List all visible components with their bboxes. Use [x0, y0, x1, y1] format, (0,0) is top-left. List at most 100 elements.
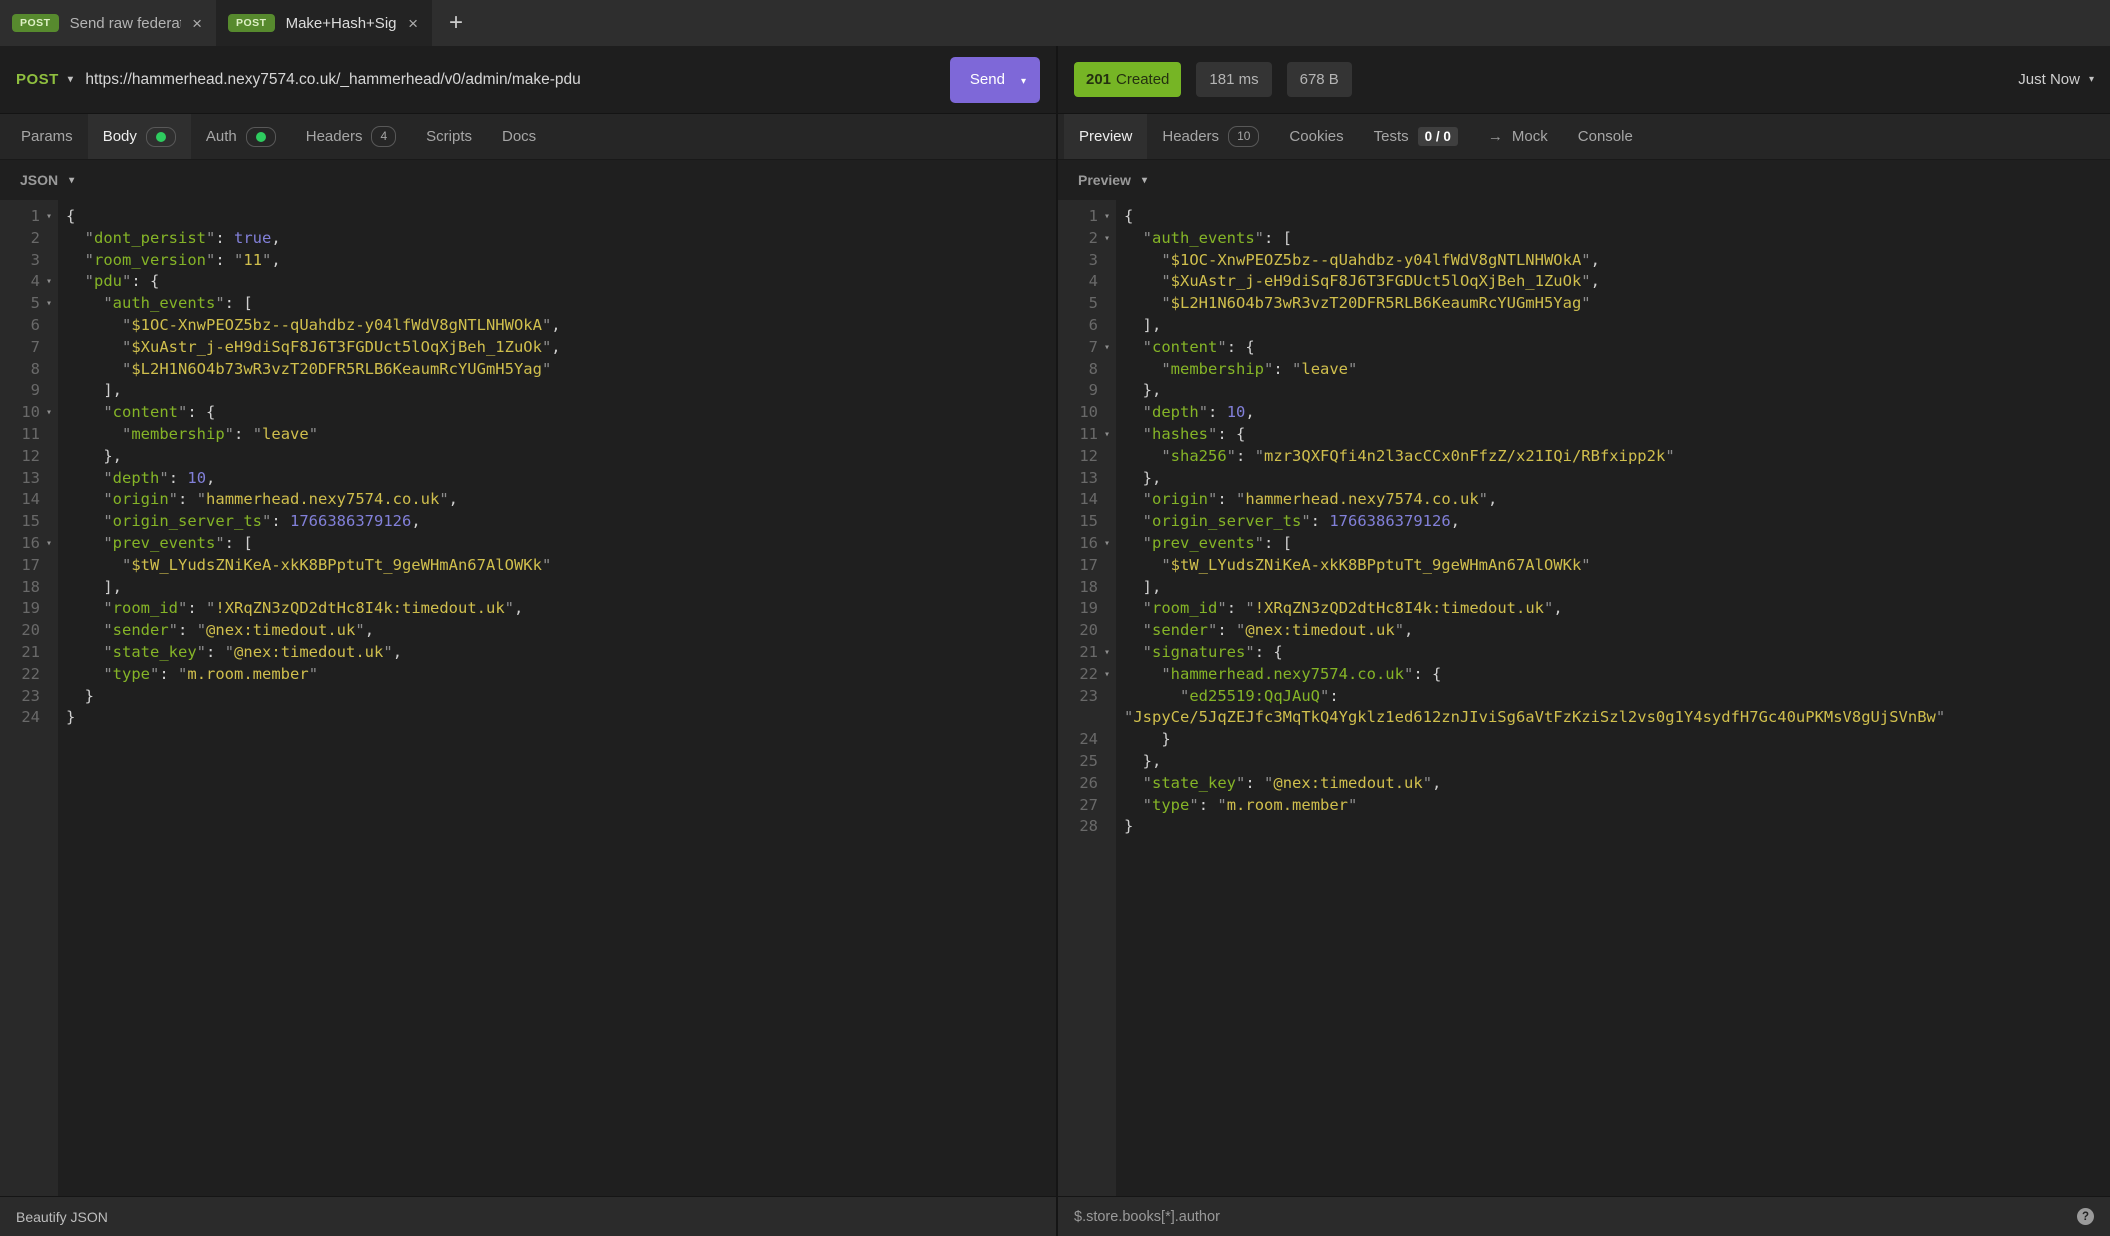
request-tab-scripts[interactable]: Scripts: [411, 114, 487, 159]
code-text: "dont_persist": true,: [58, 228, 1056, 250]
code-text: }: [58, 707, 1056, 729]
gutter: 21▾: [1058, 642, 1116, 664]
code-line: 19 "room_id": "!XRqZN3zQD2dtHc8I4k:timed…: [0, 598, 1056, 620]
response-tab-tests[interactable]: Tests0 / 0: [1359, 114, 1473, 159]
subtab-label: Tests: [1374, 128, 1409, 145]
response-tab-cookies[interactable]: Cookies: [1274, 114, 1358, 159]
enabled-dot-badge: [146, 127, 176, 147]
line-number: 21: [1060, 642, 1098, 664]
send-button[interactable]: Send: [950, 57, 1040, 103]
fold-spacer: [1098, 293, 1116, 315]
code-line: 25 },: [1058, 751, 2110, 773]
line-number: 28: [1060, 816, 1098, 838]
fold-caret-icon[interactable]: ▾: [1098, 533, 1116, 555]
code-line: 24 }: [1058, 729, 2110, 751]
code-line: 13 },: [1058, 468, 2110, 490]
close-tab-icon[interactable]: [192, 15, 202, 32]
fold-caret-icon[interactable]: ▾: [40, 293, 58, 315]
fold-caret-icon[interactable]: ▾: [1098, 228, 1116, 250]
response-history-select[interactable]: Just Now: [2018, 71, 2094, 88]
code-text: "depth": 10,: [58, 468, 1056, 490]
line-number: 5: [1060, 293, 1098, 315]
gutter: 11: [0, 424, 58, 446]
line-number: 11: [1060, 424, 1098, 446]
code-line: 27 "type": "m.room.member": [1058, 795, 2110, 817]
send-options-button[interactable]: [1005, 71, 1040, 88]
code-line: 20 "sender": "@nex:timedout.uk",: [0, 620, 1056, 642]
fold-spacer: [40, 228, 58, 250]
size-badge: 678 B: [1287, 62, 1352, 97]
response-viewer: Preview 1▾{2▾ "auth_events": [3 "$1OC-Xn…: [1058, 160, 2110, 1196]
request-tab[interactable]: POSTSend raw federati…: [0, 0, 216, 46]
fold-spacer: [40, 664, 58, 686]
code-text: "$tW_LYudsZNiKeA-xkK8BPptuTt_9geWHmAn67A…: [1116, 555, 2110, 577]
request-tab-body[interactable]: Body: [88, 114, 191, 159]
subtab-label: Docs: [502, 128, 536, 145]
method-select[interactable]: POST: [16, 71, 73, 88]
code-text: "room_version": "11",: [58, 250, 1056, 272]
response-tab-headers[interactable]: Headers10: [1147, 114, 1274, 159]
code-line: 7 "$XuAstr_j-eH9diSqF8J6T3FGDUct5lOqXjBe…: [0, 337, 1056, 359]
close-tab-icon[interactable]: [408, 15, 418, 32]
code-line: 11 "membership": "leave": [0, 424, 1056, 446]
code-text: "prev_events": [: [58, 533, 1056, 555]
gutter: 8: [1058, 359, 1116, 381]
request-tab-auth[interactable]: Auth: [191, 114, 291, 159]
request-tab-headers[interactable]: Headers4: [291, 114, 411, 159]
help-icon[interactable]: [2077, 1208, 2094, 1225]
chevron-down-icon: [1021, 76, 1026, 87]
request-code-area[interactable]: 1▾{2 "dont_persist": true,3 "room_versio…: [0, 200, 1056, 1196]
url-input[interactable]: https://hammerhead.nexy7574.co.uk/_hamme…: [85, 71, 950, 89]
fold-caret-icon[interactable]: ▾: [40, 206, 58, 228]
fold-caret-icon[interactable]: ▾: [1098, 424, 1116, 446]
fold-spacer: [40, 598, 58, 620]
code-line: 10▾ "content": {: [0, 402, 1056, 424]
code-line: 4▾ "pdu": {: [0, 271, 1056, 293]
gutter: 13: [1058, 468, 1116, 490]
beautify-json-button[interactable]: Beautify JSON: [16, 1209, 108, 1225]
url-bar: POST https://hammerhead.nexy7574.co.uk/_…: [0, 46, 1056, 114]
code-text: "$XuAstr_j-eH9diSqF8J6T3FGDUct5lOqXjBeh_…: [58, 337, 1056, 359]
body-type-select[interactable]: JSON: [0, 160, 1056, 200]
gutter: 18: [1058, 577, 1116, 599]
request-tab-docs[interactable]: Docs: [487, 114, 551, 159]
fold-caret-icon[interactable]: ▾: [1098, 642, 1116, 664]
line-number: 15: [2, 511, 40, 533]
gutter: 12: [1058, 446, 1116, 468]
response-tab-console[interactable]: Console: [1563, 114, 1648, 159]
fold-spacer: [1098, 250, 1116, 272]
gutter: 10: [1058, 402, 1116, 424]
code-line: 16▾ "prev_events": [: [0, 533, 1056, 555]
line-number: 2: [2, 228, 40, 250]
fold-spacer: [40, 555, 58, 577]
response-tab-preview[interactable]: Preview: [1064, 114, 1147, 159]
fold-spacer: [1098, 773, 1116, 795]
request-tab[interactable]: POSTMake+Hash+Sign…: [216, 0, 432, 46]
fold-spacer: [1098, 816, 1116, 838]
gutter: 8: [0, 359, 58, 381]
code-text: "membership": "leave": [1116, 359, 2110, 381]
body-type-label: JSON: [20, 172, 58, 188]
gutter: 13: [0, 468, 58, 490]
fold-caret-icon[interactable]: ▾: [40, 271, 58, 293]
new-tab-button[interactable]: [432, 0, 480, 46]
code-text: "room_id": "!XRqZN3zQD2dtHc8I4k:timedout…: [1116, 598, 2110, 620]
code-text: "$L2H1N6O4b73wR3vzT20DFR5RLB6KeaumRcYUGm…: [58, 359, 1056, 381]
code-line: 3 "room_version": "11",: [0, 250, 1056, 272]
fold-caret-icon[interactable]: ▾: [1098, 664, 1116, 686]
fold-caret-icon[interactable]: ▾: [40, 533, 58, 555]
view-mode-select[interactable]: Preview: [1058, 160, 2110, 200]
code-text: "ed25519:QqJAuQ": "JspyCe/5JqZEJfc3MqTkQ…: [1116, 686, 2110, 730]
line-number: 20: [2, 620, 40, 642]
line-number: 3: [2, 250, 40, 272]
fold-caret-icon[interactable]: ▾: [40, 402, 58, 424]
fold-spacer: [40, 577, 58, 599]
request-tab-params[interactable]: Params: [6, 114, 88, 159]
gutter: 20: [0, 620, 58, 642]
response-tab-mock[interactable]: →Mock: [1473, 114, 1563, 159]
fold-caret-icon[interactable]: ▾: [1098, 206, 1116, 228]
jsonpath-filter-input[interactable]: [1074, 1209, 2077, 1225]
request-pane: POST https://hammerhead.nexy7574.co.uk/_…: [0, 46, 1058, 1236]
history-label: Just Now: [2018, 71, 2080, 88]
fold-caret-icon[interactable]: ▾: [1098, 337, 1116, 359]
